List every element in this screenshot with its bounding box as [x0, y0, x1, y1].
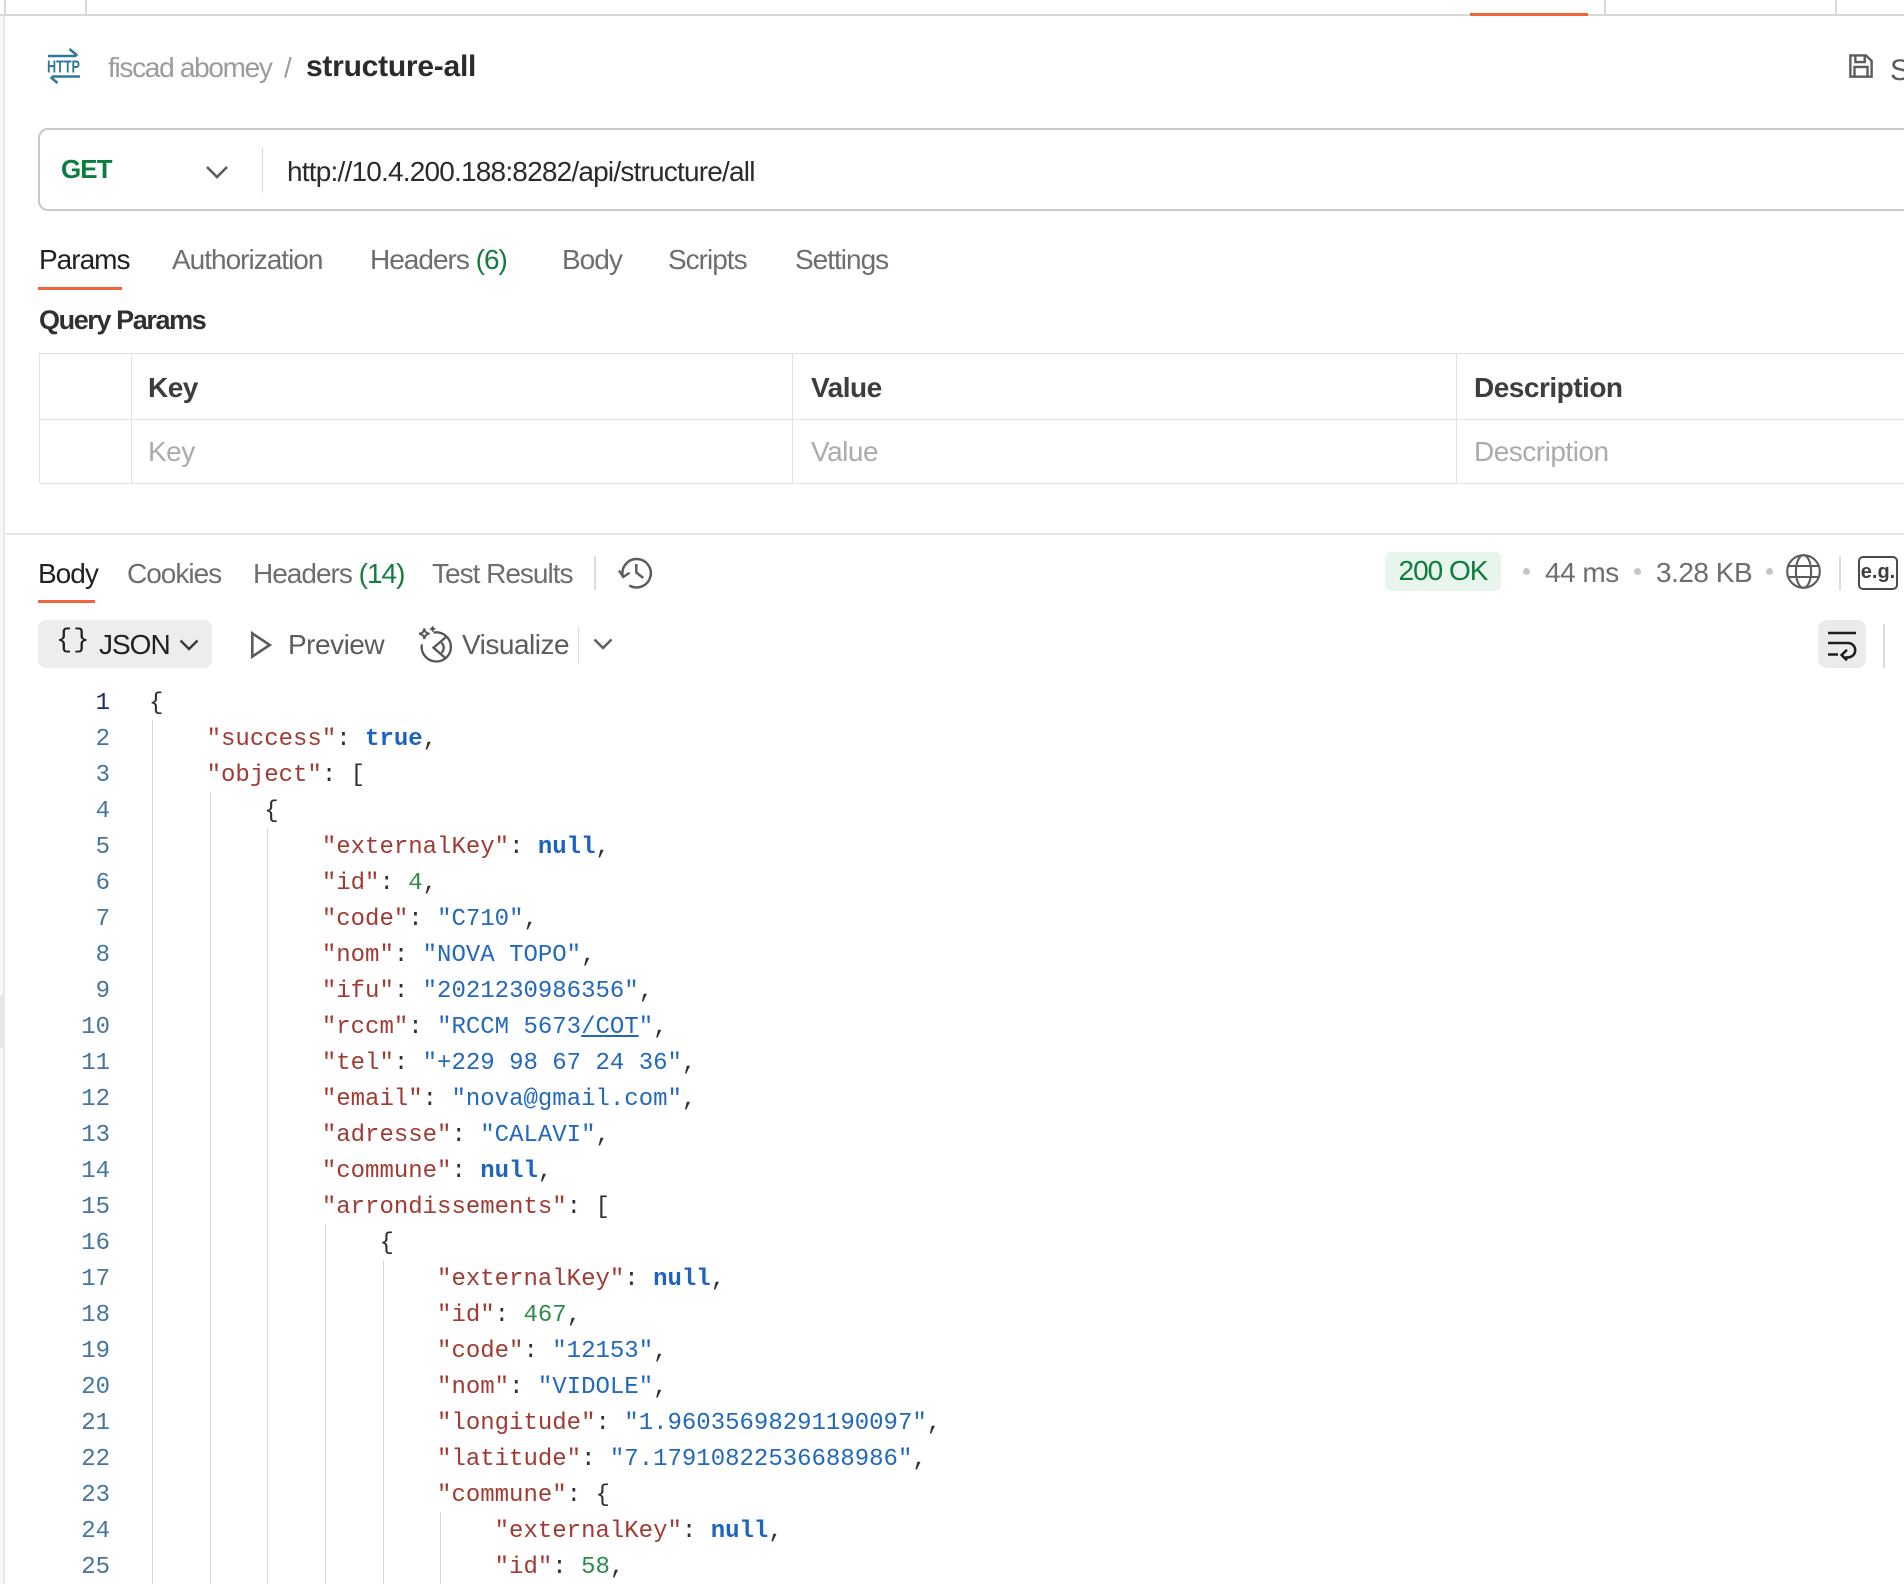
svg-text:HTTP: HTTP	[47, 57, 80, 77]
